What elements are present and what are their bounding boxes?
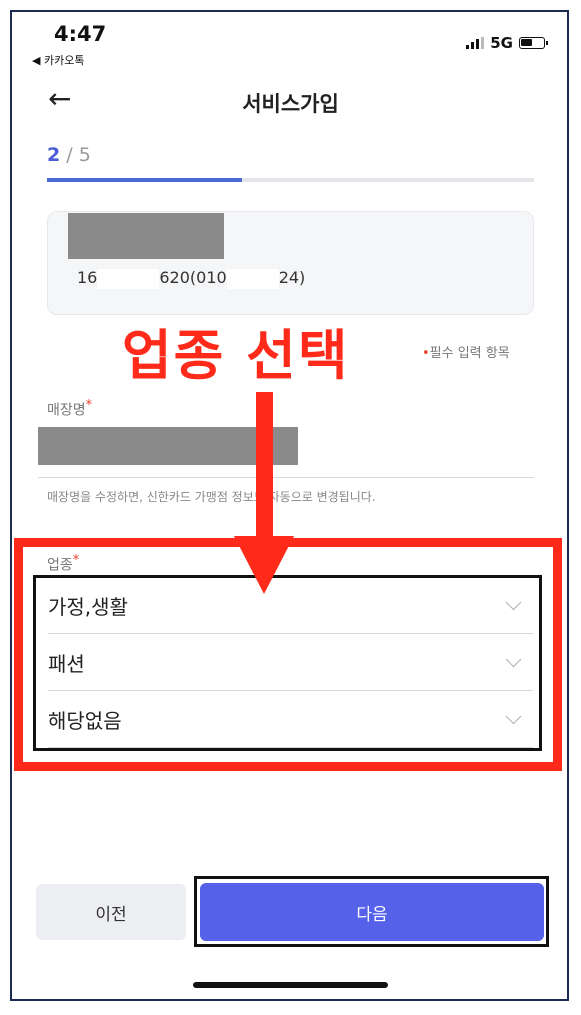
status-time: 4:47 bbox=[54, 22, 107, 46]
phone-frame bbox=[10, 10, 569, 1001]
signal-icon bbox=[466, 37, 485, 49]
store-name-label-text: 매장명 bbox=[47, 402, 86, 419]
store-name-hint: 매장명을 수정하면, 신한카드 가맹점 정보도 자동으로 변경됩니다. bbox=[47, 490, 376, 504]
battery-icon bbox=[519, 37, 548, 49]
redaction bbox=[226, 268, 279, 289]
chevron-down-icon bbox=[505, 651, 522, 668]
redaction bbox=[97, 268, 160, 289]
network-type: 5G bbox=[490, 34, 513, 52]
annotation-headline: 업종 선택 bbox=[122, 324, 350, 387]
required-note: •필수 입력 항목 bbox=[422, 342, 510, 361]
step-total: 5 bbox=[78, 144, 91, 166]
home-indicator[interactable] bbox=[193, 982, 388, 988]
step-indicator: 2 / 5 bbox=[47, 144, 91, 166]
required-asterisk: * bbox=[72, 553, 80, 568]
step-separator: / bbox=[60, 144, 79, 166]
industry-label-text: 업종 bbox=[47, 557, 73, 574]
industry-select-value: 가정,생활 bbox=[48, 595, 128, 619]
input-underline bbox=[38, 477, 534, 478]
progress-bar bbox=[47, 178, 534, 182]
annotation-arrow-head bbox=[234, 536, 294, 594]
back-arrow-icon[interactable]: ← bbox=[48, 82, 71, 115]
industry-select-value: 패션 bbox=[48, 652, 85, 676]
progress-fill bbox=[47, 178, 242, 182]
store-name-label: 매장명* bbox=[47, 398, 92, 420]
required-dot: • bbox=[422, 346, 430, 361]
status-indicators: 5G bbox=[466, 34, 548, 52]
prev-button[interactable]: 이전 bbox=[36, 884, 186, 940]
chevron-down-icon bbox=[505, 708, 522, 725]
annotation-arrow-shaft bbox=[256, 392, 273, 542]
industry-select-value: 해당없음 bbox=[48, 709, 122, 733]
card-number-mid: 620(010 bbox=[159, 268, 227, 287]
redacted-name bbox=[68, 213, 224, 259]
card-number-suffix: 24) bbox=[278, 268, 306, 287]
next-button[interactable]: 다음 bbox=[200, 883, 544, 941]
step-current: 2 bbox=[47, 144, 61, 166]
required-asterisk: * bbox=[85, 398, 93, 413]
card-number: 16 620(010 24) bbox=[77, 268, 305, 289]
back-to-app-link[interactable]: ◀ 카카오톡 bbox=[32, 52, 84, 68]
industry-label: 업종* bbox=[47, 553, 79, 575]
industry-select-2[interactable]: 패션 bbox=[48, 635, 533, 691]
page-title: 서비스가입 bbox=[242, 92, 339, 116]
required-note-text: 필수 입력 항목 bbox=[429, 346, 510, 361]
chevron-down-icon bbox=[505, 594, 522, 611]
card-number-prefix: 16 bbox=[77, 268, 98, 287]
industry-select-3[interactable]: 해당없음 bbox=[48, 692, 533, 748]
